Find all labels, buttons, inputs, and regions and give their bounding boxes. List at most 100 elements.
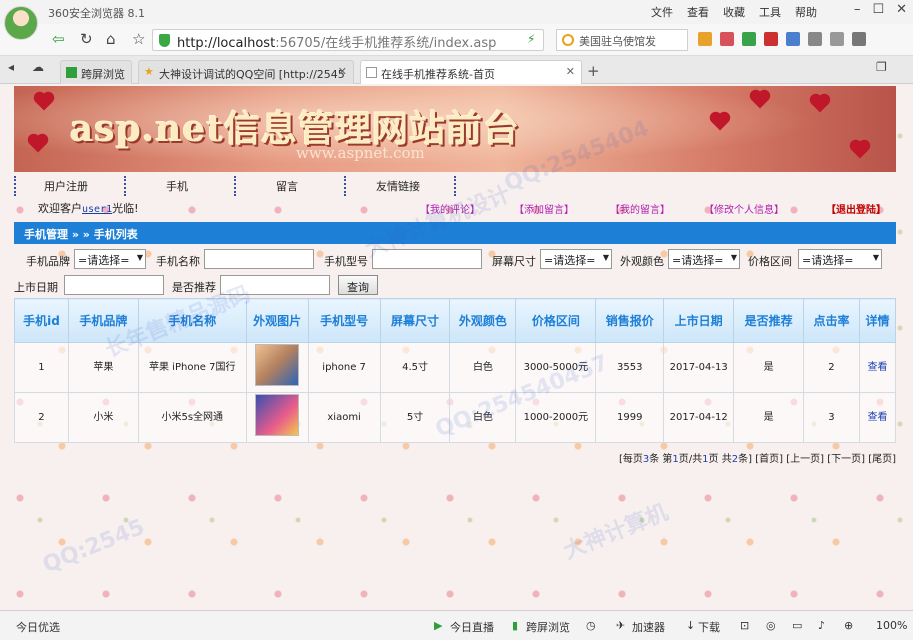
new-tab-icon[interactable]: + <box>587 62 600 80</box>
pager-prev[interactable]: [上一页] <box>786 454 824 465</box>
url-host: http://localhost <box>177 36 276 51</box>
extension-icon[interactable] <box>786 32 800 46</box>
col-price[interactable]: 销售报价 <box>595 298 665 343</box>
maximize-icon[interactable]: ☐ <box>872 2 884 17</box>
model-input[interactable] <box>372 249 482 269</box>
filter-row-2: 上市日期 是否推荐 查询 <box>14 274 414 298</box>
phone-table: 手机id 手机品牌 手机名称 外观图片 手机型号 屏幕尺寸 外观颜色 价格区间 … <box>14 298 897 443</box>
tab-label: 大神设计调试的QQ空间 [http://2545 <box>159 68 345 81</box>
query-button[interactable]: 查询 <box>338 275 378 295</box>
banner-url: www.aspnet.com <box>296 144 425 162</box>
nav-phones[interactable]: 手机 <box>166 178 188 194</box>
cell-id: 1 <box>14 342 69 393</box>
nav-friend-links[interactable]: 友情链接 <box>376 178 420 194</box>
my-comments-link[interactable]: 【我的评论】 <box>420 201 480 216</box>
extension-icon[interactable] <box>742 32 756 46</box>
menu-file[interactable]: 文件 <box>651 4 673 20</box>
color-select[interactable]: =请选择= <box>668 249 740 269</box>
view-detail-link[interactable]: 查看 <box>867 362 887 373</box>
pager-first[interactable]: [首页] <box>755 454 783 465</box>
zoom-level[interactable]: 100% <box>876 619 907 632</box>
extension-icon[interactable] <box>808 32 822 46</box>
brand-select[interactable]: =请选择= <box>74 249 146 269</box>
restore-tabs-icon[interactable]: ❐ <box>876 60 887 74</box>
close-tab-icon[interactable]: ✕ <box>338 65 347 78</box>
phone-thumbnail[interactable] <box>255 393 300 436</box>
menu-view[interactable]: 查看 <box>687 4 709 20</box>
col-clicks[interactable]: 点击率 <box>803 298 860 343</box>
window-icon[interactable]: ▭ <box>792 619 802 632</box>
zoom-icon[interactable]: ⊕ <box>844 619 853 632</box>
minimize-icon[interactable]: – <box>854 2 861 17</box>
extension-icon[interactable] <box>720 32 734 46</box>
lightning-icon[interactable]: ⚡ <box>527 32 535 46</box>
extension-icon[interactable] <box>764 32 778 46</box>
col-detail[interactable]: 详情 <box>858 298 897 343</box>
col-screen[interactable]: 屏幕尺寸 <box>379 298 451 343</box>
main-nav: 用户注册 手机 留言 友情链接 <box>14 176 896 196</box>
cell-price-range: 1000-2000元 <box>515 392 597 443</box>
col-id[interactable]: 手机id <box>14 298 69 343</box>
col-recommend[interactable]: 是否推荐 <box>733 298 805 343</box>
url-input[interactable]: http://localhost:56705/在线手机推荐系统/index.as… <box>152 29 544 51</box>
col-brand[interactable]: 手机品牌 <box>67 298 139 343</box>
home-icon[interactable]: ⌂ <box>106 30 116 48</box>
screenshot-icon[interactable]: ⊡ <box>740 619 749 632</box>
download[interactable]: 下载 <box>698 619 720 635</box>
back-arrow-icon[interactable]: ⇦ <box>52 30 65 48</box>
close-tab-icon[interactable]: ✕ <box>566 65 575 78</box>
today-picks[interactable]: 今日优选 <box>16 619 60 635</box>
col-name[interactable]: 手机名称 <box>137 298 247 343</box>
view-detail-link[interactable]: 查看 <box>867 412 887 423</box>
tab-qq-space[interactable]: ★ 大神设计调试的QQ空间 [http://2545 ✕ <box>138 60 354 84</box>
user-avatar-icon[interactable] <box>4 6 38 40</box>
menu-icon[interactable] <box>852 32 866 46</box>
nav-user-register[interactable]: 用户注册 <box>44 178 88 194</box>
star-icon[interactable]: ☆ <box>132 30 145 48</box>
col-color[interactable]: 外观颜色 <box>449 298 517 343</box>
clock-icon[interactable]: ◷ <box>586 619 596 632</box>
tab-home[interactable]: 在线手机推荐系统-首页 ✕ <box>360 60 582 84</box>
screen-select[interactable]: =请选择= <box>540 249 612 269</box>
col-price-range[interactable]: 价格区间 <box>515 298 597 343</box>
pager-last[interactable]: [尾页] <box>868 454 896 465</box>
name-input[interactable] <box>204 249 314 269</box>
logout-link[interactable]: 【退出登陆】 <box>826 201 886 216</box>
col-model[interactable]: 手机型号 <box>307 298 381 343</box>
nav-messages[interactable]: 留言 <box>276 178 298 194</box>
edit-profile-link[interactable]: 【修改个人信息】 <box>704 201 784 216</box>
extension-icon[interactable] <box>698 32 712 46</box>
extension-icon[interactable] <box>830 32 844 46</box>
search-engine-icon <box>562 34 574 46</box>
cloud-icon[interactable]: ☁ <box>32 60 44 74</box>
tab-list-icon[interactable]: ◂ <box>8 60 14 74</box>
col-date[interactable]: 上市日期 <box>663 298 735 343</box>
refresh-icon[interactable]: ↻ <box>80 30 93 48</box>
search-input[interactable]: 美国驻乌使馆发 <box>556 29 688 51</box>
sound-icon[interactable]: ♪ <box>818 619 825 632</box>
recommend-input[interactable] <box>220 275 330 295</box>
col-image[interactable]: 外观图片 <box>245 298 309 343</box>
pager-text: 页/共 <box>678 454 703 465</box>
browser-icon[interactable]: ◎ <box>766 619 776 632</box>
nav-separator <box>234 176 236 196</box>
date-input[interactable] <box>64 275 164 295</box>
menu-tools[interactable]: 工具 <box>759 4 781 20</box>
price-select[interactable]: =请选择= <box>798 249 882 269</box>
date-label: 上市日期 <box>14 281 58 294</box>
add-message-link[interactable]: 【添加留言】 <box>514 201 574 216</box>
star-icon: ★ <box>144 65 154 78</box>
cross-screen-status[interactable]: 跨屏浏览 <box>526 619 570 635</box>
phone-thumbnail[interactable] <box>255 343 300 386</box>
close-window-icon[interactable]: ✕ <box>896 2 907 17</box>
filter-row-1: 手机品牌 =请选择= 手机名称 手机型号 屏幕尺寸 =请选择= 外观颜色 =请选… <box>14 248 896 272</box>
menu-favorites[interactable]: 收藏 <box>723 4 745 20</box>
today-live[interactable]: 今日直播 <box>450 619 494 635</box>
accelerator[interactable]: 加速器 <box>632 619 665 635</box>
pager-next[interactable]: [下一页] <box>827 454 865 465</box>
my-messages-link[interactable]: 【我的留言】 <box>610 201 670 216</box>
tab-cross-screen[interactable]: 跨屏浏览 <box>60 60 132 84</box>
menu-help[interactable]: 帮助 <box>795 4 817 20</box>
cell-detail: 查看 <box>858 392 897 443</box>
play-icon: ▶ <box>434 619 443 632</box>
